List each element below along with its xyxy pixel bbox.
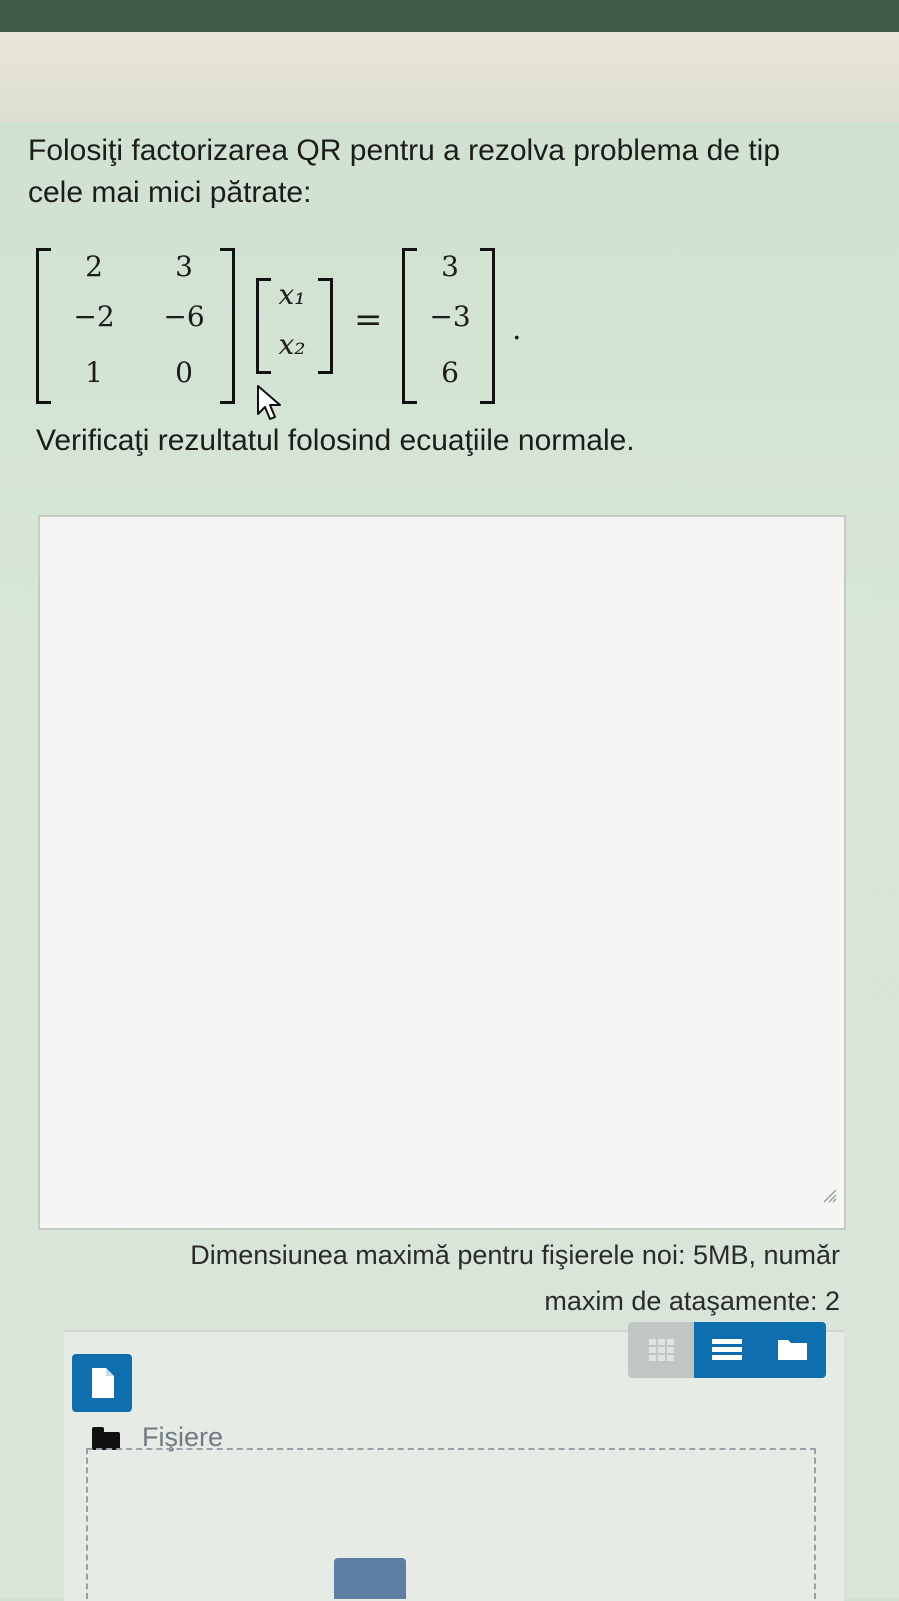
header-band	[0, 32, 899, 122]
least-squares-equation: 2 3 −2 −6 1 0 x₁ x₂ = 3 −3 6 .	[36, 248, 596, 408]
vector-b-cell: 3	[441, 250, 459, 283]
matrix-a-cell: 1	[85, 356, 103, 389]
attachment-limits: Dimensiunea maximă pentru fişierele noi:…	[100, 1232, 840, 1324]
grid-view-button[interactable]	[628, 1322, 694, 1378]
top-bar	[0, 0, 899, 32]
folder-icon	[778, 1340, 807, 1360]
question-line-2: cele mai mici pătrate:	[28, 176, 312, 209]
answer-textarea[interactable]	[38, 515, 846, 1230]
matrix-a-left-bracket	[36, 248, 51, 404]
attachment-limits-line-2: maxim de ataşamente: 2	[544, 1286, 840, 1316]
list-icon	[712, 1339, 742, 1360]
attachment-limits-line-1: Dimensiunea maximă pentru fişierele noi:…	[190, 1240, 840, 1270]
file-drop-zone[interactable]	[86, 1448, 816, 1599]
vector-x-cell: x₂	[278, 328, 306, 361]
vector-x-right-bracket	[318, 278, 333, 374]
vector-x-cell: x₁	[278, 278, 306, 311]
matrix-a-cell: −2	[73, 300, 115, 333]
tree-view-button[interactable]	[760, 1322, 826, 1378]
matrix-a-cell: 3	[175, 250, 193, 283]
grid-icon	[649, 1339, 674, 1361]
matrix-a-right-bracket	[220, 248, 235, 404]
list-view-button[interactable]	[694, 1322, 760, 1378]
view-mode-switcher	[628, 1322, 826, 1378]
equation-period: .	[512, 312, 522, 347]
question-line-1: Folosiţi factorizarea QR pentru a rezolv…	[28, 134, 781, 167]
vector-b-cell: −3	[429, 300, 471, 333]
matrix-a-cell: −6	[163, 300, 205, 333]
vector-b-right-bracket	[480, 248, 495, 404]
resize-handle-icon[interactable]	[822, 1188, 838, 1204]
verify-instruction: Verificaţi rezultatul folosind ecuaţiile…	[36, 424, 635, 457]
matrix-a-cell: 2	[85, 250, 103, 283]
matrix-a-cell: 0	[175, 356, 193, 389]
vector-b-cell: 6	[441, 356, 459, 389]
upload-icon[interactable]	[334, 1558, 406, 1599]
question-text: Folosiţi factorizarea QR pentru a rezolv…	[28, 130, 858, 214]
add-file-button[interactable]	[72, 1354, 132, 1412]
equals-sign: =	[354, 300, 383, 340]
file-icon	[92, 1368, 114, 1398]
mouse-pointer-icon	[257, 385, 281, 420]
vector-b-left-bracket	[402, 248, 417, 404]
